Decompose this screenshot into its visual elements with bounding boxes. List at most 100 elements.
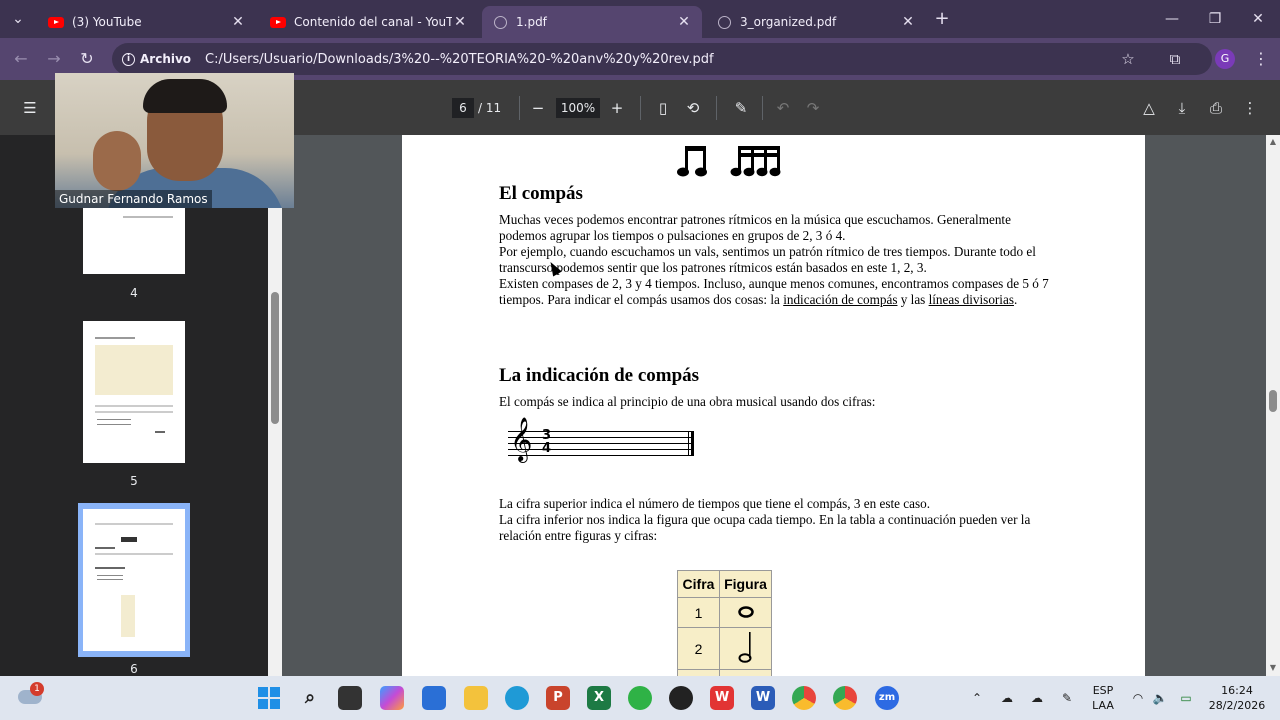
table-cell-cifra: 1 (677, 597, 720, 628)
close-icon[interactable]: ✕ (676, 14, 692, 30)
link-indicacion-de-compas[interactable]: indicación de compás (783, 292, 897, 307)
clock-date: 28/2/2026 (1208, 699, 1266, 712)
clock-time: 16:24 (1221, 684, 1253, 697)
pen-icon[interactable]: ✎ (1058, 688, 1076, 708)
back-button[interactable]: ← (10, 48, 32, 70)
tab-title: 1.pdf (516, 15, 547, 29)
zoom-out-icon[interactable]: − (528, 98, 548, 118)
forward-button[interactable]: → (43, 48, 65, 70)
chrome-profile-icon[interactable] (833, 686, 857, 710)
info-icon: i (122, 52, 135, 66)
redo-icon[interactable]: ↷ (803, 98, 823, 118)
cloud-offline-icon[interactable]: ☁ (1028, 688, 1046, 708)
weather-badge: 1 (30, 682, 44, 696)
language-code: ESP (1092, 684, 1114, 697)
more-options-icon[interactable]: ⋮ (1240, 98, 1260, 118)
annotate-pen-icon[interactable]: ✎ (731, 98, 751, 118)
table-row: 1 (677, 597, 772, 628)
download-icon[interactable]: ⤓ (1172, 98, 1192, 118)
sidebar-scroll-thumb[interactable] (271, 292, 279, 424)
task-view-icon[interactable] (338, 686, 362, 710)
tab-youtube[interactable]: (3) YouTube ✕ (38, 6, 256, 38)
paragraph: Existen compases de 2, 3 y 4 tiempos. In… (499, 276, 1059, 308)
treble-clef-icon: 𝄞 (510, 417, 533, 461)
tab-title: Contenido del canal - YouTube (294, 15, 452, 29)
close-window-button[interactable]: ✕ (1246, 8, 1270, 30)
table-header-figura: Figura (719, 570, 772, 598)
system-clock[interactable]: 16:24 28/2/2026 (1203, 683, 1271, 713)
chrome-icon[interactable] (792, 686, 816, 710)
wifi-icon[interactable]: ◠ (1129, 688, 1147, 708)
volume-icon[interactable]: 🔈 (1151, 688, 1169, 708)
show-hidden-icons-icon[interactable]: ⌃ (970, 688, 984, 708)
webcam-overlay[interactable]: Gudnar Fernando Ramos (55, 73, 294, 208)
fit-page-icon[interactable]: ▯ (653, 98, 673, 118)
browser-tabstrip: ⌄ (3) YouTube ✕ Contenido del canal - Yo… (0, 0, 1280, 38)
search-icon[interactable]: ⌕ (298, 686, 322, 710)
close-icon[interactable]: ✕ (900, 14, 916, 30)
excel-icon[interactable]: X (587, 686, 611, 710)
extensions-icon[interactable]: ⧉ (1164, 48, 1186, 70)
youtube-icon (48, 14, 64, 30)
close-icon[interactable]: ✕ (230, 14, 246, 30)
page-thumbnail-5[interactable] (83, 321, 185, 463)
zoom-level-input[interactable]: 100% (556, 98, 600, 118)
toolbar-divider (640, 96, 641, 120)
site-info-chip[interactable]: i Archivo (122, 52, 191, 66)
browser-menu-icon[interactable]: ⋮ (1250, 48, 1272, 70)
copilot-icon[interactable] (380, 686, 404, 710)
whatsapp-icon[interactable] (628, 686, 652, 710)
close-icon[interactable]: ✕ (452, 14, 468, 30)
tab-pdf-active[interactable]: 1.pdf ✕ (482, 6, 702, 38)
start-button[interactable] (258, 687, 280, 709)
tab-organized-pdf[interactable]: 3_organized.pdf ✕ (706, 6, 926, 38)
zoom-app-icon[interactable]: zm (875, 686, 899, 710)
scroll-up-arrow-icon[interactable]: ▲ (1268, 137, 1278, 146)
file-explorer-icon[interactable] (464, 686, 488, 710)
page-number-input[interactable]: 6 (452, 98, 474, 118)
drive-save-icon[interactable]: △ (1139, 98, 1159, 118)
paragraph-text: y las (897, 292, 929, 308)
profile-avatar[interactable]: G (1215, 49, 1235, 69)
table-cell-figura (719, 597, 772, 628)
globe-icon (492, 14, 508, 30)
table-cell-figura (719, 627, 772, 670)
thumbnail-label: 6 (130, 662, 138, 676)
profile-initial: G (1220, 52, 1230, 65)
thumbnail-label: 5 (130, 474, 138, 488)
store-icon[interactable] (422, 686, 446, 710)
onedrive-icon[interactable]: ☁ (998, 688, 1016, 708)
battery-icon[interactable]: ▭ (1175, 688, 1197, 708)
rotate-icon[interactable]: ⟲ (683, 98, 703, 118)
edge-icon[interactable] (505, 686, 529, 710)
link-lineas-divisorias[interactable]: líneas divisorias (929, 292, 1014, 307)
print-icon[interactable]: ⎙ (1206, 98, 1226, 118)
table-header-cifra: Cifra (677, 570, 720, 598)
scroll-down-arrow-icon[interactable]: ▼ (1268, 663, 1278, 672)
powerpoint-icon[interactable]: P (546, 686, 570, 710)
wps-icon[interactable]: W (710, 686, 734, 710)
menu-icon[interactable]: ☰ (20, 98, 40, 118)
language-indicator[interactable]: ESP LAA (1088, 683, 1118, 713)
paragraph: Por ejemplo, cuando escuchamos un vals, … (499, 244, 1036, 276)
chatgpt-icon[interactable] (669, 686, 693, 710)
page-thumbnail-6[interactable] (83, 509, 185, 651)
bookmark-star-icon[interactable]: ☆ (1117, 48, 1139, 70)
toolbar-divider (762, 96, 763, 120)
reload-button[interactable]: ↻ (76, 48, 98, 70)
omnibox[interactable]: i Archivo C:/Users/Usuario/Downloads/3%2… (112, 43, 1212, 75)
page-thumbnail-4[interactable] (83, 208, 185, 274)
zoom-in-icon[interactable]: + (607, 98, 627, 118)
word-icon[interactable]: W (751, 686, 775, 710)
tab-search-button[interactable]: ⌄ (6, 8, 30, 30)
restore-button[interactable]: ❐ (1203, 8, 1227, 30)
table-row: 2 (677, 627, 772, 670)
section-title-indicacion: La indicación de compás (499, 365, 700, 386)
half-note-icon (738, 632, 751, 663)
minimize-button[interactable]: — (1160, 8, 1184, 30)
document-scroll-thumb[interactable] (1269, 390, 1277, 412)
tab-youtube-channel[interactable]: Contenido del canal - YouTube ✕ (260, 6, 478, 38)
new-tab-button[interactable]: + (930, 8, 954, 30)
paragraph: La cifra inferior nos indica la figura q… (499, 512, 1031, 544)
undo-icon[interactable]: ↶ (773, 98, 793, 118)
